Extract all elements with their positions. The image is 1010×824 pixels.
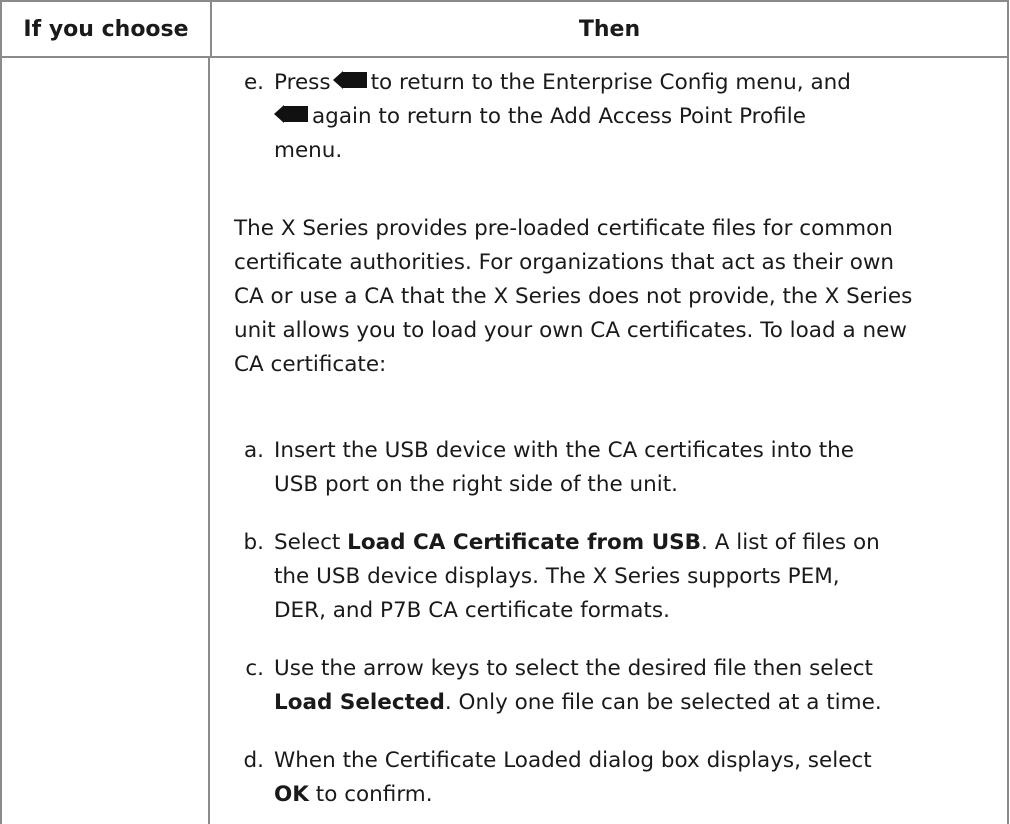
ui-option-ok: OK: [274, 782, 309, 807]
step-letter: d.: [243, 748, 264, 773]
table-cell-choice: [0, 58, 210, 824]
back-arrow-key-icon: [274, 105, 308, 123]
step-line: Insert the USB device with the CA certif…: [274, 438, 854, 463]
step-b-pre: Select: [274, 530, 341, 555]
step-line: DER, and P7B CA certificate formats.: [274, 598, 670, 623]
step-letter: a.: [243, 438, 264, 463]
intro-line: The X Series provides pre-loaded certifi…: [234, 216, 893, 241]
back-arrow-key-icon: [332, 71, 367, 89]
table-cell-then: e. Press to return to the Enterprise Conf…: [210, 58, 1009, 824]
table-header: If you choose Then: [0, 0, 1009, 58]
step-text: Press to return to the Enterprise Config …: [274, 66, 994, 168]
step-line: Use the arrow keys to select the desired…: [274, 656, 873, 681]
step-line: USB port on the right side of the unit.: [274, 472, 679, 497]
intro-paragraph: The X Series provides pre-loaded certifi…: [234, 212, 1004, 382]
step-letter: c.: [245, 656, 264, 681]
ui-option-load-selected: Load Selected: [274, 690, 445, 715]
step-e-text-3: menu.: [274, 138, 343, 163]
step-e-text-1: to return to the Enterprise Config menu,…: [370, 70, 851, 95]
step-e-press: Press: [274, 70, 331, 95]
step-letter: b.: [243, 530, 264, 555]
intro-line: CA certificate:: [234, 352, 387, 377]
step-text: Use the arrow keys to select the desired…: [274, 652, 994, 720]
step-text: Select Load CA Certificate from USB. A l…: [274, 526, 994, 628]
intro-line: certificate authorities. For organizatio…: [234, 250, 895, 275]
ui-option-load-ca-certificate: Load CA Certificate from USB: [347, 530, 702, 555]
step-text: When the Certificate Loaded dialog box d…: [274, 744, 994, 812]
step-c-post: . Only one file can be selected at a tim…: [444, 690, 882, 715]
step-line: the USB device displays. The X Series su…: [274, 564, 840, 589]
step-d-post: to confirm.: [315, 782, 433, 807]
step-text: Insert the USB device with the CA certif…: [274, 434, 994, 502]
intro-line: CA or use a CA that the X Series does no…: [234, 284, 913, 309]
step-e-text-2: again to return to the Add Access Point …: [312, 104, 806, 129]
header-if-you-choose: If you choose: [2, 2, 212, 56]
step-letter: e.: [243, 70, 264, 95]
header-then: Then: [578, 16, 641, 42]
step-b-post: . A list of files on: [701, 530, 880, 555]
intro-line: unit allows you to load your own CA cert…: [234, 318, 907, 343]
instruction-table: If you choose Then e. Press to return to …: [0, 0, 1009, 824]
step-line: When the Certificate Loaded dialog box d…: [274, 748, 872, 773]
